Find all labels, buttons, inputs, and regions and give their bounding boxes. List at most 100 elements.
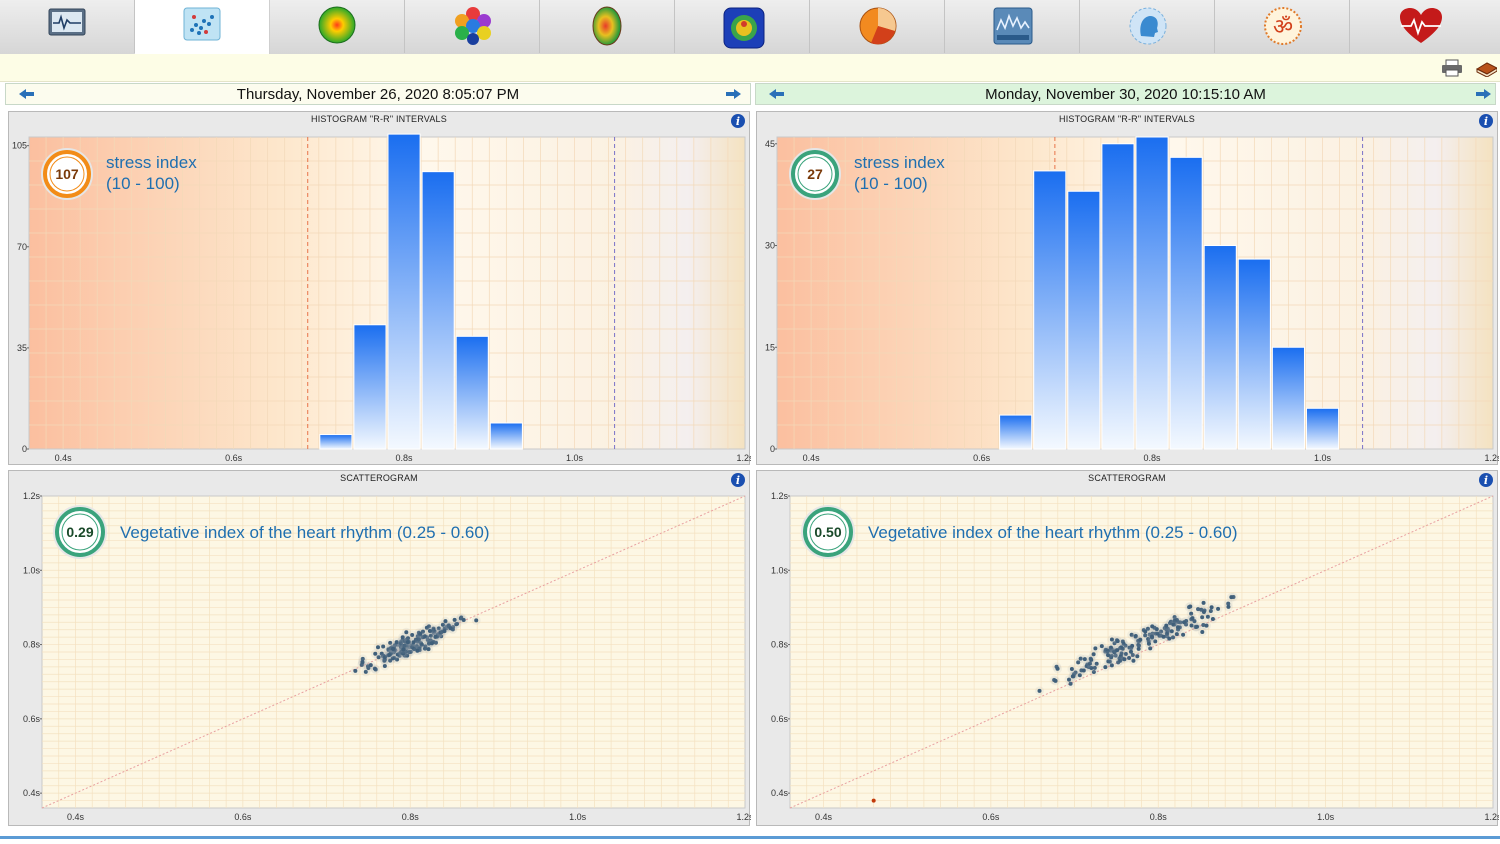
y-tick-label: 105 — [12, 141, 27, 151]
tab-pie[interactable] — [810, 0, 945, 53]
tab-ecg[interactable] — [0, 0, 135, 53]
histogram-bar — [1203, 245, 1237, 450]
om-symbol-icon: ॐ — [1264, 7, 1302, 45]
scatter-point — [1201, 610, 1206, 615]
y-tick-label: 0.8s — [771, 640, 789, 650]
y-tick-label: 0.8s — [23, 640, 41, 650]
tab-heart[interactable] — [1350, 0, 1500, 53]
histogram-bar — [999, 414, 1033, 450]
scatter-point — [1182, 620, 1187, 625]
histogram-bar — [1033, 170, 1067, 450]
vegetative-index-value: 0.29 — [66, 524, 93, 540]
stress-index-value: 107 — [55, 166, 79, 182]
scatter-point — [427, 629, 432, 634]
scatter-point — [415, 648, 420, 653]
head-profile-icon — [1129, 7, 1167, 45]
scatter-point — [394, 640, 399, 645]
scatter-point — [1055, 666, 1060, 671]
x-tick-label: 0.8s — [402, 812, 420, 822]
x-tick-label: 0.6s — [982, 812, 1000, 822]
y-tick-label: 0 — [770, 444, 775, 454]
histogram-bar — [1101, 143, 1135, 450]
left-record-date: Thursday, November 26, 2020 8:05:07 PM — [236, 86, 520, 103]
histogram-bar — [455, 335, 489, 450]
vegetative-index-label: Vegetative index of the heart rhythm (0.… — [120, 523, 490, 542]
stress-index-badge: 27 — [789, 148, 841, 200]
svg-text:ॐ: ॐ — [1273, 15, 1293, 40]
tab-brain-map[interactable] — [540, 0, 675, 53]
pie-chart-icon — [859, 7, 897, 45]
scatter-point — [1201, 600, 1206, 605]
scatter-point — [1070, 674, 1075, 679]
tab-scatter[interactable] — [135, 0, 270, 55]
scatter-point — [1181, 632, 1186, 637]
scatter-point — [1210, 617, 1215, 622]
scatter-point — [418, 631, 423, 636]
info-icon[interactable]: i — [730, 472, 746, 488]
scatter-point — [448, 626, 453, 631]
brain-heatmap-icon — [592, 6, 622, 46]
x-tick-label: 1.2s — [1484, 812, 1499, 822]
scatter-outlier-point — [871, 798, 876, 803]
histogram-bar — [421, 171, 455, 450]
scatter-point — [373, 651, 378, 656]
histogram-chart: 0 15 30 45 0.4s 0.6s 0.8s 1.0s 1.2s 27 stress inde… — [765, 136, 1499, 463]
histogram-title: HISTOGRAM "R-R" INTERVALS — [1059, 114, 1195, 124]
scatter-point — [1115, 648, 1120, 653]
scatter-point — [375, 645, 380, 650]
printer-icon[interactable] — [1441, 59, 1463, 77]
scatter-point — [1150, 634, 1155, 639]
right-histogram-panel: 0 15 30 45 0.4s 0.6s 0.8s 1.0s 1.2s 27 stress inde… — [756, 111, 1499, 465]
next-record-arrow-icon[interactable] — [1474, 87, 1492, 101]
vegetative-index-value: 0.50 — [814, 524, 841, 540]
left-date-bar: Thursday, November 26, 2020 8:05:07 PM — [5, 83, 751, 105]
hexagon-cluster-icon — [455, 7, 491, 45]
toolbar — [0, 54, 1500, 82]
scatter-point — [368, 663, 373, 668]
scatterogram-chart: 0.4s 0.6s 0.8s 1.0s 1.2s 0.4s 0.6s 0.8s 1.0s 1.2s… — [771, 491, 1499, 822]
y-tick-label: 45 — [765, 139, 775, 149]
scatter-point — [1093, 646, 1098, 651]
y-tick-label: 35 — [17, 343, 27, 353]
scatter-point — [1053, 678, 1058, 683]
tab-chakra[interactable] — [675, 0, 810, 53]
scatter-point — [360, 659, 365, 664]
y-tick-label: 0.6s — [23, 714, 41, 724]
scatter-point — [1135, 654, 1140, 659]
info-icon[interactable]: i — [1478, 113, 1494, 129]
x-tick-label: 1.0s — [1317, 812, 1335, 822]
histogram-bar — [387, 133, 421, 450]
histogram-title: HISTOGRAM "R-R" INTERVALS — [311, 114, 447, 124]
right-record-date: Monday, November 30, 2020 10:15:10 AM — [985, 86, 1266, 103]
tab-om[interactable]: ॐ — [1215, 0, 1350, 53]
scatter-point — [474, 618, 479, 623]
module-tab-bar: ॐ — [0, 0, 1500, 55]
scatter-point — [1204, 623, 1209, 628]
tab-hexagons[interactable] — [405, 0, 540, 53]
scatter-point — [1128, 649, 1133, 654]
histogram-bar — [353, 324, 387, 450]
scatter-point — [1081, 668, 1086, 673]
scatter-point — [1164, 623, 1169, 628]
book-icon[interactable] — [1475, 59, 1497, 77]
x-tick-label: 1.2s — [1484, 453, 1499, 463]
left-scatterogram-panel: 0.4s 0.6s 0.8s 1.0s 1.2s 0.4s 0.6s 0.8s 1.0s 1.2s… — [8, 470, 751, 826]
x-tick-label: 1.2s — [736, 453, 751, 463]
next-record-arrow-icon[interactable] — [724, 87, 742, 101]
scatter-point — [1103, 665, 1108, 670]
scatter-point — [442, 629, 447, 634]
info-icon[interactable]: i — [730, 113, 746, 129]
tab-head[interactable] — [1080, 0, 1215, 53]
scatter-point — [1150, 624, 1155, 629]
scatterogram-chart: 0.4s 0.6s 0.8s 1.0s 1.2s 0.4s 0.6s 0.8s 1.0s 1.2s… — [23, 491, 751, 822]
x-tick-label: 0.4s — [803, 453, 821, 463]
histogram-bar — [1067, 190, 1101, 450]
histogram-bar — [1305, 407, 1340, 450]
ecg-monitor-icon — [48, 8, 86, 36]
scatter-point — [1174, 632, 1179, 637]
scatter-point — [1229, 595, 1234, 600]
tab-energy-orb[interactable] — [270, 0, 405, 53]
tab-spectrum[interactable] — [945, 0, 1080, 53]
y-tick-label: 0.4s — [771, 788, 789, 798]
info-icon[interactable]: i — [1478, 472, 1494, 488]
